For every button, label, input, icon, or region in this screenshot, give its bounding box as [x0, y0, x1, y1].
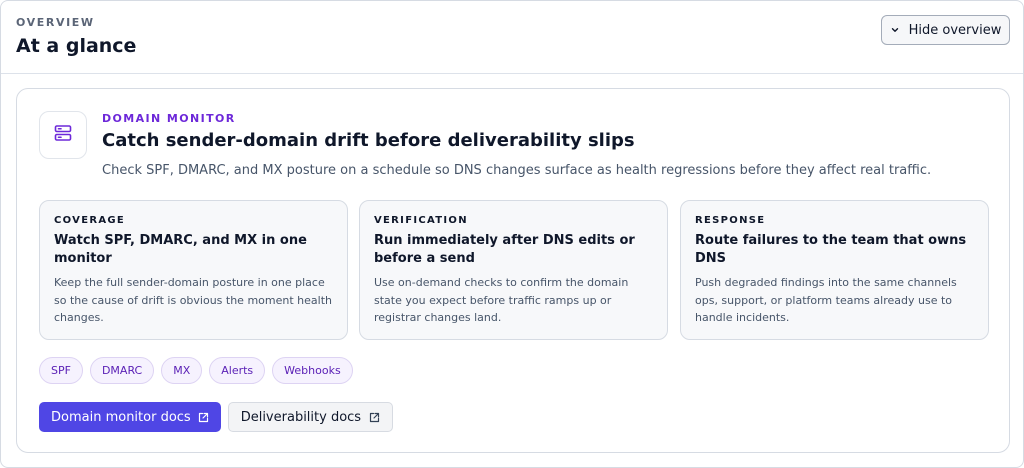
domain-monitor-icon-box [39, 111, 87, 159]
feature-text: Use on-demand checks to confirm the doma… [374, 276, 629, 324]
hide-overview-label: Hide overview [908, 22, 1002, 38]
domain-monitor-card: DOMAIN MONITOR Catch sender-domain drift… [16, 88, 1010, 453]
chevron-down-icon [890, 25, 900, 35]
overview-panel: OVERVIEW At a glance Hide overview DOMAI… [0, 0, 1024, 468]
feature-text: Keep the full sender-domain posture in o… [54, 276, 332, 324]
tag-mx: MX [161, 357, 203, 384]
page-title: At a glance [16, 35, 137, 57]
card-actions: Domain monitor docs Deliverability docs [39, 402, 394, 432]
overview-header: OVERVIEW At a glance Hide overview [1, 1, 1023, 74]
server-icon [53, 123, 73, 147]
domain-monitor-docs-label: Domain monitor docs [51, 409, 191, 425]
deliverability-docs-button[interactable]: Deliverability docs [227, 402, 394, 432]
feature-card-response: RESPONSE Route failures to the team that… [680, 200, 989, 340]
tag-list: SPF DMARC MX Alerts Webhooks [39, 357, 353, 384]
feature-label: COVERAGE [54, 215, 126, 226]
feature-title: Run immediately after DNS edits or befor… [374, 233, 635, 266]
tag-dmarc: DMARC [89, 357, 155, 384]
feature-text: Push degraded findings into the same cha… [695, 276, 957, 324]
deliverability-docs-label: Deliverability docs [240, 409, 362, 425]
overview-eyebrow: OVERVIEW [16, 16, 95, 29]
feature-label: VERIFICATION [374, 215, 468, 226]
tag-webhooks: Webhooks [272, 357, 353, 384]
feature-card-verification: VERIFICATION Run immediately after DNS e… [359, 200, 668, 340]
external-link-icon [198, 412, 209, 423]
feature-label: RESPONSE [695, 215, 766, 226]
feature-title: Watch SPF, DMARC, and MX in one monitor [54, 233, 307, 266]
feature-title: Route failures to the team that owns DNS [695, 233, 967, 266]
tag-alerts: Alerts [209, 357, 266, 384]
card-title: Catch sender-domain drift before deliver… [102, 130, 635, 151]
card-eyebrow: DOMAIN MONITOR [102, 112, 236, 125]
card-description: Check SPF, DMARC, and MX posture on a sc… [102, 163, 932, 178]
hide-overview-button[interactable]: Hide overview [881, 15, 1010, 45]
domain-monitor-docs-button[interactable]: Domain monitor docs [39, 402, 221, 432]
external-link-icon [369, 412, 380, 423]
tag-spf: SPF [39, 357, 83, 384]
feature-card-coverage: COVERAGE Watch SPF, DMARC, and MX in one… [39, 200, 348, 340]
